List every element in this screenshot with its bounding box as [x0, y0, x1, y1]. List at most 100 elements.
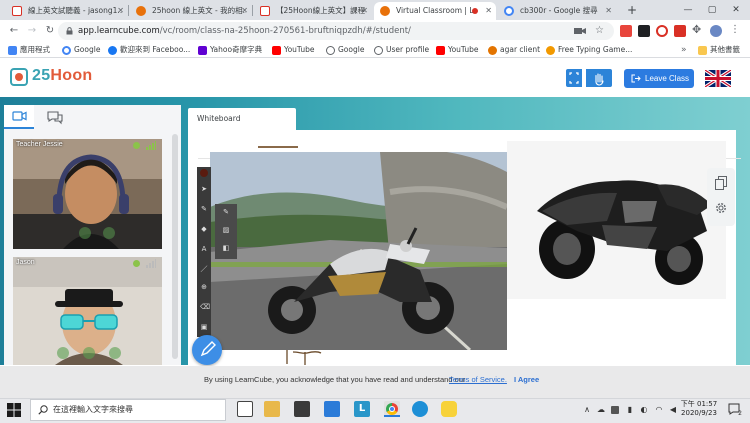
copy-icon[interactable] [715, 176, 728, 190]
highlighter-icon[interactable]: ▨ [222, 226, 230, 234]
uk-flag-icon[interactable] [705, 70, 731, 87]
eraser-icon[interactable]: ◧ [222, 244, 230, 252]
zoom-icon[interactable]: ⊕ [200, 283, 208, 291]
eraser-icon[interactable]: ⌫ [200, 303, 210, 311]
address-bar[interactable]: app.learncube.com/vc/room/class-na-25hoo… [58, 22, 614, 40]
taskbar-clock[interactable]: 下午 01:57 2020/9/23 [675, 400, 723, 418]
text-tool-icon[interactable]: A [200, 245, 208, 253]
mic-icon[interactable] [57, 347, 69, 359]
youtube-icon [272, 46, 281, 55]
line-icon[interactable]: ／ [200, 265, 208, 273]
menu-icon[interactable]: ⋮ [730, 24, 740, 35]
user-icon [374, 46, 383, 55]
avatar[interactable] [710, 25, 722, 37]
close-tab-icon[interactable]: ✕ [605, 2, 612, 20]
close-tab-icon[interactable]: ✕ [485, 2, 492, 20]
folder-icon [698, 46, 707, 55]
mic-icon[interactable] [79, 227, 91, 239]
logo: 25Hoon [32, 67, 93, 84]
close-window-button[interactable]: ✕ [724, 0, 748, 20]
bookmark-star-icon[interactable]: ☆ [595, 24, 604, 38]
save-icon[interactable]: ▣ [200, 323, 208, 331]
browser-tab-strip: 線上英文試聽義 - jasong1... ✕ 25hoon 線上英文 - 我的相… [0, 0, 750, 20]
mail-icon[interactable] [324, 401, 340, 417]
agree-button[interactable]: I Agree [514, 375, 539, 384]
bookmarks-overflow[interactable]: » [681, 42, 687, 58]
other-bookmarks[interactable]: 其他書籤 [698, 42, 740, 58]
bookmark-apps[interactable]: 應用程式 [8, 42, 50, 58]
browser-tab-2[interactable]: 25hoon 線上英文 - 我的相... ✕ [130, 2, 252, 20]
back-button[interactable]: ← [6, 23, 22, 39]
bookmark-youtube-2[interactable]: YouTube [436, 42, 479, 58]
close-tab-icon[interactable]: ✕ [361, 2, 368, 20]
extension-icon[interactable] [638, 25, 650, 37]
bookmark-typing[interactable]: Free Typing Game... [546, 42, 632, 58]
gear-icon[interactable] [714, 201, 728, 215]
tab-video[interactable] [4, 105, 34, 129]
fullscreen-button[interactable] [566, 69, 582, 87]
drawing-tools-button[interactable] [192, 335, 222, 365]
browser-tab-1[interactable]: 線上英文試聽義 - jasong1... ✕ [6, 2, 128, 20]
browser-tab-3[interactable]: 【25Hoon線上英文】課程... ✕ [254, 2, 372, 20]
google-icon [62, 46, 71, 55]
file-explorer-icon[interactable] [264, 401, 280, 417]
bookmark-youtube[interactable]: YouTube [272, 42, 315, 58]
bookmark-google[interactable]: Google [62, 42, 100, 58]
notification-center-icon[interactable]: 2 [727, 402, 742, 417]
edge-icon[interactable] [412, 401, 428, 417]
pen-icon[interactable]: ✎ [200, 205, 208, 213]
bookmark-yahoo[interactable]: Yahoo奇摩字典 [198, 42, 262, 58]
notification-count: 2 [738, 410, 742, 417]
extension-icon[interactable] [674, 25, 686, 37]
tray-app-icon[interactable]: ◐ [639, 405, 649, 415]
close-tab-icon[interactable]: ✕ [117, 2, 124, 20]
raise-hand-button[interactable] [586, 69, 612, 87]
video-camera-icon [12, 111, 27, 121]
screen-icon[interactable] [109, 347, 121, 359]
shapes-icon[interactable]: ◆ [200, 225, 208, 233]
leave-class-button[interactable]: Leave Class [624, 69, 694, 88]
maximize-button[interactable]: ▢ [700, 0, 724, 20]
minimize-button[interactable]: — [676, 0, 700, 20]
task-view-icon[interactable] [237, 401, 253, 417]
tab-whiteboard[interactable]: Whiteboard [188, 108, 296, 130]
sidebar-scrollbar[interactable] [172, 134, 178, 359]
taskbar-search-input[interactable]: 在這裡輸入文字來搜尋 [30, 399, 226, 421]
google-icon [504, 6, 514, 16]
opera-icon[interactable] [656, 25, 668, 37]
pointer-icon[interactable]: ➤ [200, 185, 208, 193]
new-tab-button[interactable]: + [624, 2, 640, 18]
chrome-icon[interactable] [384, 401, 400, 417]
terms-of-service-link[interactable]: Terms of Service. [449, 375, 507, 384]
puzzle-icon[interactable]: ✥ [692, 23, 701, 36]
cloud-icon[interactable]: ☁ [596, 405, 606, 415]
close-tab-icon[interactable]: ✕ [241, 2, 248, 20]
browser-tab-active[interactable]: Virtual Classroom | Le... ✕ [374, 2, 496, 20]
windows-start-icon[interactable] [6, 402, 22, 418]
pen-icon[interactable]: ✎ [222, 208, 230, 216]
camera-toggle-icon[interactable] [103, 227, 115, 239]
bookmark-agar[interactable]: agar client [488, 42, 540, 58]
app-icon[interactable] [441, 401, 457, 417]
exit-icon [631, 74, 641, 83]
forward-button[interactable]: → [24, 23, 40, 39]
battery-icon[interactable]: ▮ [625, 405, 635, 415]
tab-chat[interactable] [40, 105, 70, 129]
camera-icon[interactable] [574, 26, 586, 36]
bookmark-google-2[interactable]: Google [326, 42, 364, 58]
hand-icon [595, 73, 604, 86]
extension-icon[interactable] [620, 25, 632, 37]
clock-date: 2020/9/23 [681, 409, 717, 417]
learncube-app-icon[interactable]: L [354, 401, 370, 417]
wifi-icon[interactable]: ◠ [654, 405, 664, 415]
reload-button[interactable]: ↻ [42, 23, 58, 39]
tray-chevron-icon[interactable]: ∧ [582, 405, 592, 415]
tray-app-icon[interactable] [611, 406, 619, 414]
bookmark-user-profile[interactable]: User profile [374, 42, 429, 58]
camera-toggle-icon[interactable] [83, 347, 95, 359]
store-icon[interactable] [294, 401, 310, 417]
browser-tab-5[interactable]: cb300r - Google 搜尋 ✕ [498, 2, 616, 20]
color-picker-icon[interactable] [200, 169, 208, 177]
bookmark-facebook[interactable]: 歡迎來到 Faceboo... [108, 42, 190, 58]
agar-icon [488, 46, 497, 55]
